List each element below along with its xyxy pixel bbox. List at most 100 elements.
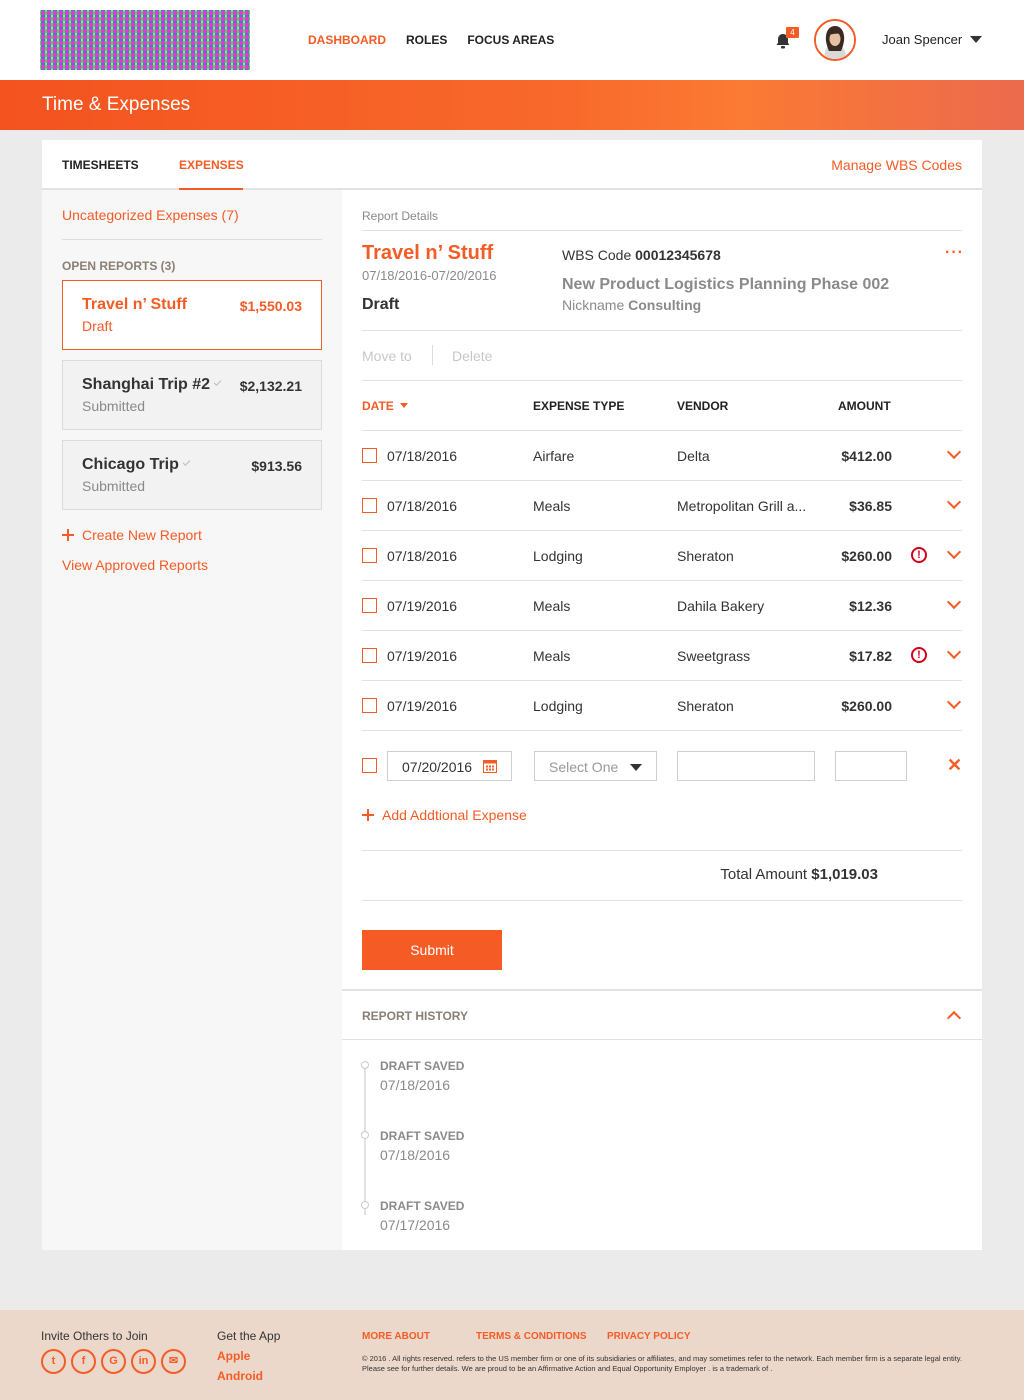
company-logo[interactable] bbox=[40, 10, 250, 70]
report-name: Chicago Trip bbox=[82, 456, 191, 474]
expense-date: 07/19/2016 bbox=[387, 598, 458, 614]
divider bbox=[362, 900, 962, 901]
page-title: Time & Expenses bbox=[42, 94, 191, 115]
total-value: $1,019.03 bbox=[811, 866, 878, 883]
expense-type: Lodging bbox=[533, 698, 583, 714]
move-to-button[interactable]: Move to bbox=[362, 348, 412, 364]
linkedin-icon[interactable]: in bbox=[131, 1349, 156, 1374]
report-status: Draft bbox=[82, 318, 113, 334]
expense-amount: $260.00 bbox=[841, 698, 892, 714]
add-expense-link[interactable]: Add Addtional Expense bbox=[362, 807, 527, 823]
divider bbox=[362, 850, 962, 851]
total-label: Total Amount bbox=[720, 866, 808, 883]
delete-button[interactable]: Delete bbox=[452, 348, 492, 364]
nav-focus-areas[interactable]: FOCUS AREAS bbox=[467, 33, 554, 47]
column-header-expense-type[interactable]: EXPENSE TYPE bbox=[533, 399, 624, 413]
invite-label: Invite Others to Join bbox=[41, 1329, 148, 1343]
table-row[interactable]: 07/18/2016 Meals Metropolitan Grill a... $3… bbox=[362, 480, 962, 530]
expense-vendor: Delta bbox=[677, 448, 710, 464]
check-icon bbox=[213, 378, 222, 386]
nickname-value: Consulting bbox=[628, 297, 702, 313]
nickname-label: Nickname bbox=[562, 297, 625, 313]
more-about-link[interactable]: MORE ABOUT bbox=[362, 1331, 430, 1342]
tab-timesheets[interactable]: TIMESHEETS bbox=[62, 158, 139, 172]
expense-amount: $36.85 bbox=[849, 498, 892, 514]
caret-down-icon[interactable] bbox=[970, 36, 982, 43]
nav-roles[interactable]: ROLES bbox=[406, 33, 447, 47]
twitter-icon[interactable]: t bbox=[41, 1349, 66, 1374]
warning-icon[interactable]: ! bbox=[911, 547, 927, 563]
history-event: DRAFT SAVED bbox=[380, 1059, 465, 1073]
expense-type: Airfare bbox=[533, 448, 575, 464]
expense-type-select[interactable]: Select One bbox=[534, 751, 657, 781]
android-app-link[interactable]: Android bbox=[217, 1369, 263, 1383]
expense-amount: $260.00 bbox=[841, 548, 892, 564]
google-icon[interactable]: G bbox=[101, 1349, 126, 1374]
warning-icon[interactable]: ! bbox=[911, 647, 927, 663]
amount-input[interactable] bbox=[835, 751, 907, 781]
report-title: Travel n’ Stuff bbox=[362, 242, 494, 264]
table-row[interactable]: 07/19/2016 Meals Dahila Bakery $12.36 bbox=[362, 580, 962, 630]
vendor-input[interactable] bbox=[677, 751, 815, 781]
chevron-down-icon[interactable] bbox=[946, 694, 962, 710]
row-checkbox[interactable] bbox=[362, 648, 377, 663]
submit-button[interactable]: Submit bbox=[362, 930, 502, 970]
report-history-header[interactable]: REPORT HISTORY bbox=[342, 989, 982, 1040]
chevron-down-icon[interactable] bbox=[946, 644, 962, 660]
chevron-down-icon[interactable] bbox=[946, 544, 962, 560]
history-date: 07/18/2016 bbox=[380, 1077, 451, 1093]
table-row[interactable]: 07/19/2016 Lodging Sheraton $260.00 bbox=[362, 680, 962, 730]
history-date: 07/18/2016 bbox=[380, 1147, 451, 1163]
terms-link[interactable]: TERMS & CONDITIONS bbox=[476, 1331, 587, 1342]
more-options-icon[interactable]: ··· bbox=[945, 244, 964, 262]
column-header-amount[interactable]: AMOUNT bbox=[838, 399, 891, 413]
report-card-shanghai[interactable]: Shanghai Trip #2 $2,132.21 Submitted bbox=[62, 360, 322, 430]
tab-expenses[interactable]: EXPENSES bbox=[179, 158, 244, 172]
divider bbox=[362, 330, 962, 331]
column-header-date[interactable]: DATE bbox=[362, 399, 408, 413]
report-name: Shanghai Trip #2 bbox=[82, 376, 222, 394]
avatar[interactable] bbox=[814, 19, 856, 61]
check-icon bbox=[182, 458, 191, 466]
facebook-icon[interactable]: f bbox=[71, 1349, 96, 1374]
expense-vendor: Sheraton bbox=[677, 698, 734, 714]
manage-wbs-codes-link[interactable]: Manage WBS Codes bbox=[831, 157, 962, 173]
column-header-vendor[interactable]: VENDOR bbox=[677, 399, 728, 413]
calendar-icon[interactable] bbox=[483, 759, 497, 773]
row-checkbox[interactable] bbox=[362, 698, 377, 713]
report-amount: $2,132.21 bbox=[239, 378, 302, 394]
privacy-policy-link[interactable]: PRIVACY POLICY bbox=[607, 1331, 691, 1342]
create-new-report-link[interactable]: Create New Report bbox=[62, 527, 202, 543]
table-row[interactable]: 07/19/2016 Meals Sweetgrass $17.82! bbox=[362, 630, 962, 680]
table-row[interactable]: 07/18/2016 Airfare Delta $412.00 bbox=[362, 430, 962, 480]
date-input[interactable]: 07/20/2016 bbox=[387, 751, 512, 781]
page-banner: Time & Expenses bbox=[0, 80, 1024, 130]
row-checkbox[interactable] bbox=[362, 758, 377, 773]
report-status: Draft bbox=[362, 296, 400, 313]
mail-icon[interactable]: ✉ bbox=[161, 1349, 186, 1374]
nav-dashboard[interactable]: DASHBOARD bbox=[308, 33, 386, 47]
uncategorized-expenses-link[interactable]: Uncategorized Expenses (7) bbox=[62, 207, 239, 223]
expense-type: Meals bbox=[533, 498, 571, 514]
expense-amount: $17.82 bbox=[849, 648, 892, 664]
user-name[interactable]: Joan Spencer bbox=[882, 32, 962, 47]
row-checkbox[interactable] bbox=[362, 598, 377, 613]
report-status: Submitted bbox=[82, 478, 146, 494]
expenses-card: TIMESHEETS EXPENSES Manage WBS Codes Unc… bbox=[42, 140, 982, 1250]
view-approved-reports-link[interactable]: View Approved Reports bbox=[62, 557, 208, 573]
row-checkbox[interactable] bbox=[362, 448, 377, 463]
row-checkbox[interactable] bbox=[362, 548, 377, 563]
chevron-down-icon[interactable] bbox=[946, 444, 962, 460]
expense-amount: $12.36 bbox=[849, 598, 892, 614]
chevron-down-icon[interactable] bbox=[946, 494, 962, 510]
table-row[interactable]: 07/18/2016 Lodging Sheraton $260.00! bbox=[362, 530, 962, 580]
chevron-down-icon[interactable] bbox=[946, 594, 962, 610]
expense-date: 07/19/2016 bbox=[387, 648, 458, 664]
chevron-up-icon[interactable] bbox=[946, 1010, 962, 1026]
report-card-chicago[interactable]: Chicago Trip $913.56 Submitted bbox=[62, 440, 322, 510]
close-icon[interactable]: ✕ bbox=[947, 755, 962, 776]
report-card-travel[interactable]: Travel n’ Stuff $1,550.03 Draft bbox=[62, 280, 322, 350]
apple-app-link[interactable]: Apple bbox=[217, 1349, 250, 1363]
row-checkbox[interactable] bbox=[362, 498, 377, 513]
reports-sidebar: Uncategorized Expenses (7) OPEN REPORTS … bbox=[42, 190, 342, 1250]
